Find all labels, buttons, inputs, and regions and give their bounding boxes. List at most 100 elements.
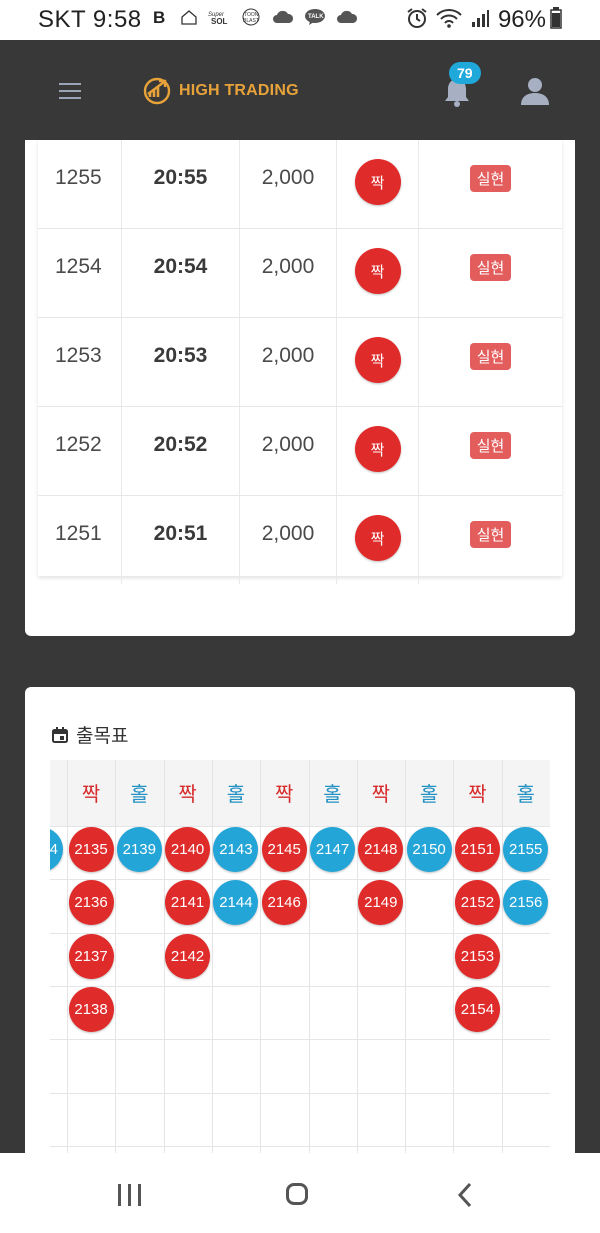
round-time: 20:53 [122,318,240,406]
battery-percent: 96% [497,6,546,33]
result-ball: 2149 [358,880,404,926]
round-time: 20:54 [122,229,240,317]
toon-blast-app-icon: TOON BLAST [240,8,262,29]
grid-row-line [50,1039,550,1041]
round-number: 1253 [38,318,122,406]
result-grid[interactable]: 짝 2135 2136 2137 2138 홀 2139 짝 2140 2141 2142 홀 2143… [50,760,550,1160]
column-header-label: 홀 [419,784,439,806]
user-avatar-icon[interactable] [520,76,550,106]
recent-apps-icon[interactable] [118,1184,144,1206]
app-logo[interactable]: HIGH TRADING [142,76,299,106]
table-row: 1251 20:51 2,000 짝 실현 [38,496,562,584]
grid-column-line [356,760,358,1160]
status-carrier-time: SKT 9:58 [38,6,142,34]
result-tag: 실현 [469,520,512,548]
pick-badge: 짝 [354,337,401,383]
table-row: 1253 20:53 2,000 짝 실현 [38,318,562,407]
carrier-label: SKT [38,6,86,33]
talk-app-icon: TALK [304,8,326,29]
column-header-label: 짝 [81,784,101,806]
result-ball: 2152 [454,880,500,926]
round-number: 1251 [38,496,122,584]
calendar-icon [52,726,68,743]
result-ball: 2138 [68,986,114,1032]
trade-history-card: 1255 20:55 2,000 짝 실현 1254 20:54 2,000 짝… [25,140,575,636]
pick-badge: 짝 [354,515,401,561]
result-ball: 2153 [454,933,500,979]
result-ball: 2156 [503,880,549,926]
result-ball: 2135 [68,827,114,872]
table-row: 1255 20:55 2,000 짝 실현 [38,140,562,229]
result-cell: 실현 [419,229,562,317]
status-bar: SKT 9:58 B Super SOL TOON BLAST TALK 96% [0,0,600,40]
result-tag: 실현 [469,431,512,459]
pick-cell: 짝 [337,229,419,317]
pick-badge: 짝 [354,426,401,472]
grid-column-line [260,760,262,1160]
grid-row-line [50,1145,550,1147]
back-arrow-icon[interactable] [455,1181,477,1209]
grid-column-line [115,760,117,1160]
result-ball: 2147 [310,827,355,872]
system-nav-bar [0,1153,600,1233]
pick-cell: 짝 [337,140,419,228]
bet-amount: 2,000 [240,229,337,317]
notification-icons: B Super SOL TOON BLAST TALK [152,8,368,29]
round-number: 1252 [38,407,122,495]
wifi-icon [436,8,462,33]
result-ball: 2144 [213,880,259,926]
bet-amount: 2,000 [240,496,337,584]
home-button-icon[interactable] [286,1183,308,1205]
battery-icon [550,6,562,34]
result-ball: 2140 [165,827,211,872]
svg-text:SOL: SOL [211,17,228,26]
pick-cell: 짝 [337,496,419,584]
column-header-label: 짝 [371,784,390,806]
bet-amount: 2,000 [240,318,337,406]
result-chart-card: 출목표 짝 2135 2136 2137 2138 홀 2139 짝 2140 2141 2142 홀… [25,687,575,1160]
round-time: 20:55 [122,140,240,228]
status-right: 96% [406,6,562,34]
bet-amount: 2,000 [240,407,337,495]
result-cell: 실현 [419,140,562,228]
result-ball: 2139 [116,827,162,872]
app-title: HIGH TRADING [179,82,299,99]
home-app-icon [180,9,198,28]
column-header-label: 홀 [516,784,535,806]
result-ball: 2151 [454,827,500,872]
column-header-label: 홀 [130,784,149,806]
round-number: 1255 [38,140,122,228]
chart-title: 출목표 [76,726,129,747]
signal-icon [470,8,490,33]
result-ball: 2150 [406,827,452,872]
result-ball: 2146 [261,880,307,926]
result-tag: 실현 [469,253,512,281]
logo-chart-icon [143,77,171,105]
grid-column-line [453,760,455,1160]
alarm-icon [406,7,428,34]
result-ball: 2141 [165,880,211,926]
grid-column-line [501,760,503,1160]
hamburger-menu-icon[interactable] [59,83,81,99]
clock: 9:58 [92,6,142,33]
result-cell: 실현 [419,407,562,495]
result-cell: 실현 [419,496,562,584]
result-ball: 2136 [68,880,114,926]
result-ball: 2142 [165,933,211,979]
trade-history-table: 1255 20:55 2,000 짝 실현 1254 20:54 2,000 짝… [38,140,562,584]
grid-column-line [308,760,310,1160]
result-ball: 2145 [261,827,307,872]
grid-column-line [211,760,213,1160]
pick-cell: 짝 [337,318,419,406]
notification-badge: 79 [449,62,481,84]
grid-column-line [405,760,407,1160]
svg-text:TALK: TALK [308,14,324,20]
pick-badge: 짝 [354,248,401,294]
result-ball: 2137 [68,933,114,979]
round-number: 1254 [38,229,122,317]
table-row: 1254 20:54 2,000 짝 실현 [38,229,562,318]
round-time: 20:51 [122,496,240,584]
pick-cell: 짝 [337,407,419,495]
app-header: HIGH TRADING 79 [0,40,600,140]
bet-amount: 2,000 [240,140,337,228]
